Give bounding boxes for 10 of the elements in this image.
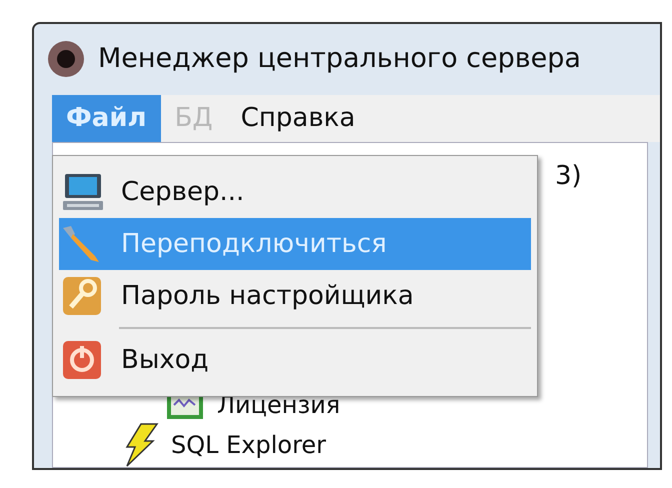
app-icon [46, 39, 86, 80]
menu-item[interactable]: Сервер... [59, 166, 531, 218]
tree-item-label[interactable]: SQL Explorer [171, 427, 326, 463]
tree-item-label: 3) [555, 161, 582, 191]
menu-item[interactable]: Выход [59, 334, 531, 386]
menu-bar-item[interactable]: Справка [226, 94, 370, 142]
window-title: Менеджер центрального сервера [98, 42, 581, 76]
menu-item[interactable]: Пароль настройщика [59, 270, 531, 322]
computer-icon [61, 172, 105, 212]
lightning-icon [123, 423, 159, 467]
